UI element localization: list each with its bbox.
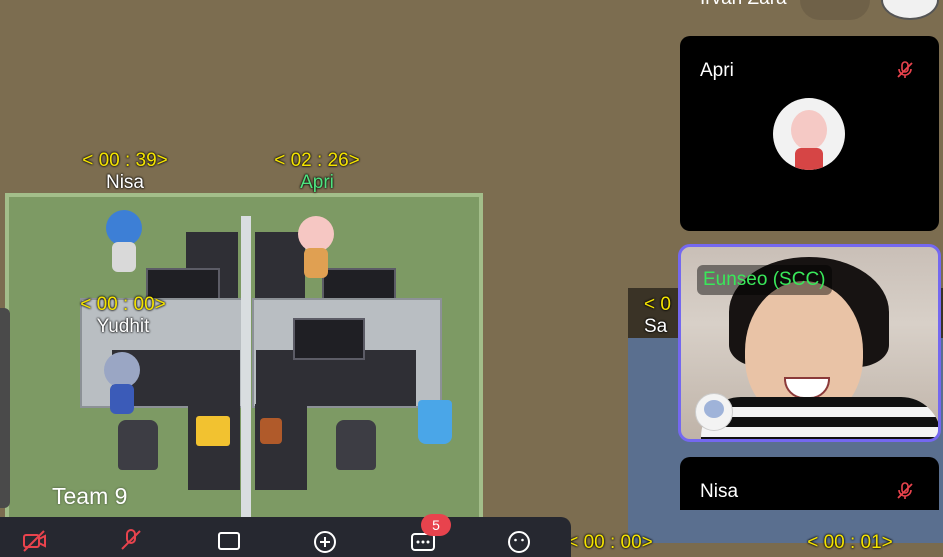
- player-timer: < 00 : 01>: [807, 532, 893, 553]
- side-panel-handle[interactable]: [0, 308, 10, 508]
- plus-circle-icon[interactable]: [312, 527, 338, 553]
- emoji-icon[interactable]: [506, 527, 532, 553]
- player-timer: < 02 : 26>: [274, 150, 360, 171]
- folder-icon: [196, 416, 230, 446]
- player-name: Nisa: [105, 172, 144, 193]
- office-chair: [118, 420, 158, 470]
- avatar-nisa[interactable]: [102, 210, 146, 276]
- avatar-apri[interactable]: [294, 216, 338, 282]
- mic-muted-icon: [897, 482, 913, 499]
- avatar-yudhit[interactable]: [100, 352, 144, 418]
- player-name: Apri: [300, 172, 334, 193]
- tile-name: Nisa: [700, 481, 739, 502]
- avatar: [773, 98, 845, 170]
- top-control-pill[interactable]: [800, 0, 870, 20]
- screen-share-icon[interactable]: [216, 527, 242, 553]
- video-tile-nisa[interactable]: Nisa: [680, 457, 939, 510]
- office-chair: [336, 420, 376, 470]
- video-tile-eunseo[interactable]: Eunseo (SCC): [678, 244, 941, 442]
- monitor: [293, 318, 365, 360]
- camera-feed-shirt: [701, 397, 938, 439]
- mic-muted-icon: [897, 61, 913, 78]
- player-timer: < 00 : 00>: [567, 532, 653, 553]
- player-tag-nisa: < 00 : 39> Nisa: [70, 150, 180, 194]
- camera-off-icon[interactable]: [22, 527, 48, 553]
- plant-icon: [260, 418, 282, 444]
- player-name: Yudhit: [96, 316, 150, 337]
- trash-bin-icon: [418, 400, 452, 444]
- player-timer: < 00 : 00>: [80, 294, 166, 315]
- room-label: Team 9: [52, 483, 128, 509]
- player-tag-partial: < 00 : 00>: [555, 532, 665, 554]
- tile-name: Eunseo (SCC): [697, 265, 832, 295]
- user-avatar[interactable]: [881, 0, 939, 20]
- desk: [255, 404, 307, 490]
- mic-off-icon[interactable]: [118, 527, 144, 553]
- chat-unread-badge: 5: [421, 514, 451, 536]
- player-tag-yudhit: < 00 : 00> Yudhit: [68, 294, 178, 338]
- avatar: [695, 393, 733, 431]
- cubicle-divider: [241, 216, 251, 526]
- player-tag-partial: < 00 : 01>: [795, 532, 905, 554]
- player-name: Irvan Zara: [700, 0, 787, 10]
- tile-name: Apri: [700, 60, 734, 81]
- video-tile-apri[interactable]: Apri: [680, 36, 939, 231]
- player-tag-apri: < 02 : 26> Apri: [262, 150, 372, 194]
- bottom-toolbar: [0, 517, 571, 557]
- player-timer: < 00 : 39>: [82, 150, 168, 171]
